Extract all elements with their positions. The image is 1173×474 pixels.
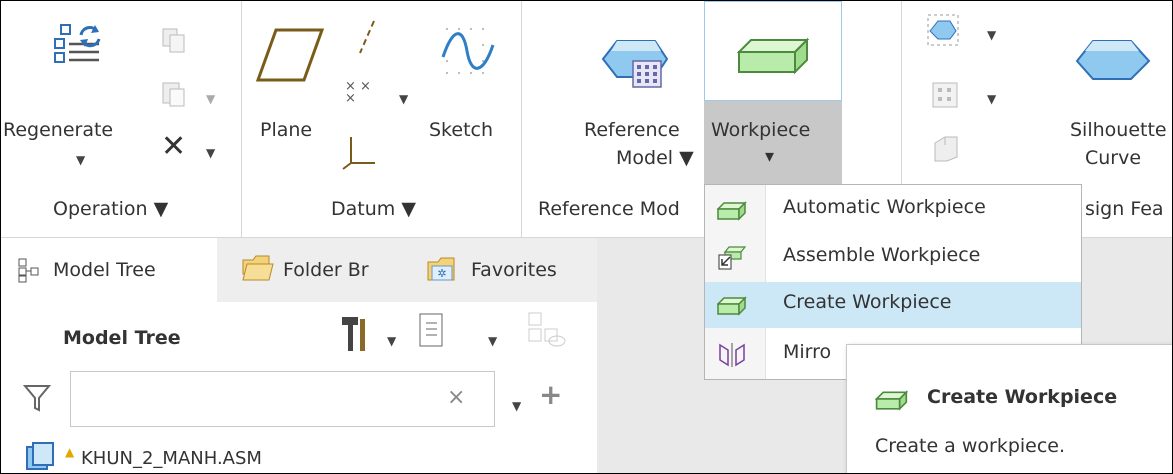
block-icon	[717, 201, 747, 221]
model-tree-title: Model Tree	[63, 327, 181, 349]
paste-icon[interactable]	[161, 79, 187, 109]
plane-button[interactable]: Plane	[260, 118, 312, 142]
regenerate-button[interactable]: Regenerate	[3, 118, 113, 142]
reference-model-icon[interactable]	[601, 29, 671, 91]
menu-item-label: Mirro	[783, 341, 832, 363]
regenerate-icon[interactable]	[51, 21, 121, 71]
menu-item-create-workpiece[interactable]: Create Workpiece	[705, 282, 1081, 328]
tab-folder-browser[interactable]: Folder Br	[231, 238, 411, 302]
block-icon	[875, 390, 909, 411]
create-workpiece-tooltip: Create Workpiece Create a workpiece.	[846, 344, 1172, 473]
reference-model-group-label[interactable]: Reference Mod	[538, 198, 680, 220]
design-feature-group-label[interactable]: sign Fea	[1085, 198, 1164, 220]
surface-dropdown-caret[interactable]: ▼	[987, 23, 996, 47]
workpiece-icon	[737, 37, 809, 75]
surface-icon[interactable]	[926, 13, 960, 47]
workpiece-caret: ▾	[765, 146, 775, 167]
warning-icon: ▲	[65, 445, 75, 459]
tooltip-description: Create a workpiece.	[875, 435, 1066, 457]
regenerate-dropdown-caret[interactable]: ▼	[76, 148, 85, 172]
menu-item-label: Automatic Workpiece	[783, 196, 986, 218]
tab-model-tree[interactable]: Model Tree	[1, 238, 217, 302]
svg-text:✲: ✲	[437, 267, 446, 280]
point-dropdown-caret[interactable]: ▼	[399, 87, 408, 111]
app-window: Regenerate ▼ ▼ ✕ ▼ Plane × × × ▼ Sketch …	[0, 0, 1173, 474]
assembly-icon	[23, 441, 57, 471]
assemble-icon	[718, 246, 747, 270]
tree-settings-icon[interactable]	[340, 313, 370, 355]
block-icon	[717, 296, 747, 316]
delete-dropdown-caret[interactable]: ▼	[206, 141, 215, 165]
filter-icon[interactable]	[22, 383, 52, 413]
operation-group-label[interactable]: Operation ▼	[53, 198, 168, 220]
show-hidden-icon[interactable]	[527, 311, 567, 351]
mirror-icon	[719, 343, 745, 367]
workpiece-button[interactable]	[704, 1, 842, 101]
tree-columns-icon[interactable]	[417, 311, 447, 351]
tree-root-item[interactable]: KHUN_2_MANH.ASM	[81, 447, 262, 471]
shell-icon[interactable]	[931, 133, 961, 163]
workpiece-dropdown-toggle[interactable]: Workpiece ▾	[704, 101, 842, 184]
plane-icon[interactable]	[255, 26, 326, 84]
menu-item-assemble-workpiece[interactable]: Assemble Workpiece	[705, 235, 1081, 281]
add-filter-icon[interactable]: +	[539, 381, 562, 409]
delete-icon[interactable]: ✕	[161, 132, 187, 162]
reference-model-button-line2[interactable]: Model ▼	[616, 146, 694, 170]
paste-dropdown-caret[interactable]: ▼	[206, 87, 215, 111]
silhouette-curve-icon[interactable]	[1073, 31, 1153, 87]
pattern-icon[interactable]	[931, 81, 959, 109]
tab-folder-browser-label: Folder Br	[283, 259, 369, 281]
search-dropdown-caret[interactable]: ▼	[512, 394, 521, 418]
point-icon[interactable]: × × ×	[345, 80, 385, 109]
tab-model-tree-label: Model Tree	[53, 259, 156, 281]
favorites-icon: ✲	[427, 257, 455, 281]
sketch-button[interactable]: Sketch	[429, 118, 493, 142]
menu-item-label: Create Workpiece	[783, 291, 952, 313]
silhouette-curve-button-line1[interactable]: Silhouette	[1070, 118, 1167, 142]
workpiece-label: Workpiece	[711, 119, 811, 141]
tab-favorites[interactable]: ✲ Favorites	[416, 238, 596, 302]
menu-item-label: Assemble Workpiece	[783, 244, 981, 266]
tree-settings-caret[interactable]: ▼	[387, 329, 396, 353]
tree-columns-caret[interactable]: ▼	[488, 329, 497, 353]
axis-icon[interactable]	[356, 19, 380, 55]
model-tree-icon	[18, 258, 39, 283]
copy-icon[interactable]	[161, 27, 187, 55]
tab-favorites-label: Favorites	[471, 259, 557, 281]
menu-item-automatic-workpiece[interactable]: Automatic Workpiece	[705, 187, 1081, 233]
search-clear-icon[interactable]: ×	[447, 386, 465, 410]
tooltip-title: Create Workpiece	[927, 386, 1118, 408]
folder-icon	[242, 255, 274, 281]
reference-model-button-line1[interactable]: Reference	[584, 118, 680, 142]
datum-group-label[interactable]: Datum ▼	[331, 198, 416, 220]
pattern-dropdown-caret[interactable]: ▼	[987, 87, 996, 111]
silhouette-curve-button-line2[interactable]: Curve	[1085, 146, 1141, 170]
separator	[241, 1, 242, 238]
coordinate-system-icon[interactable]	[341, 133, 381, 171]
sketch-icon[interactable]	[441, 23, 496, 78]
separator	[521, 1, 522, 238]
tree-search-input[interactable]: ×	[70, 371, 495, 427]
